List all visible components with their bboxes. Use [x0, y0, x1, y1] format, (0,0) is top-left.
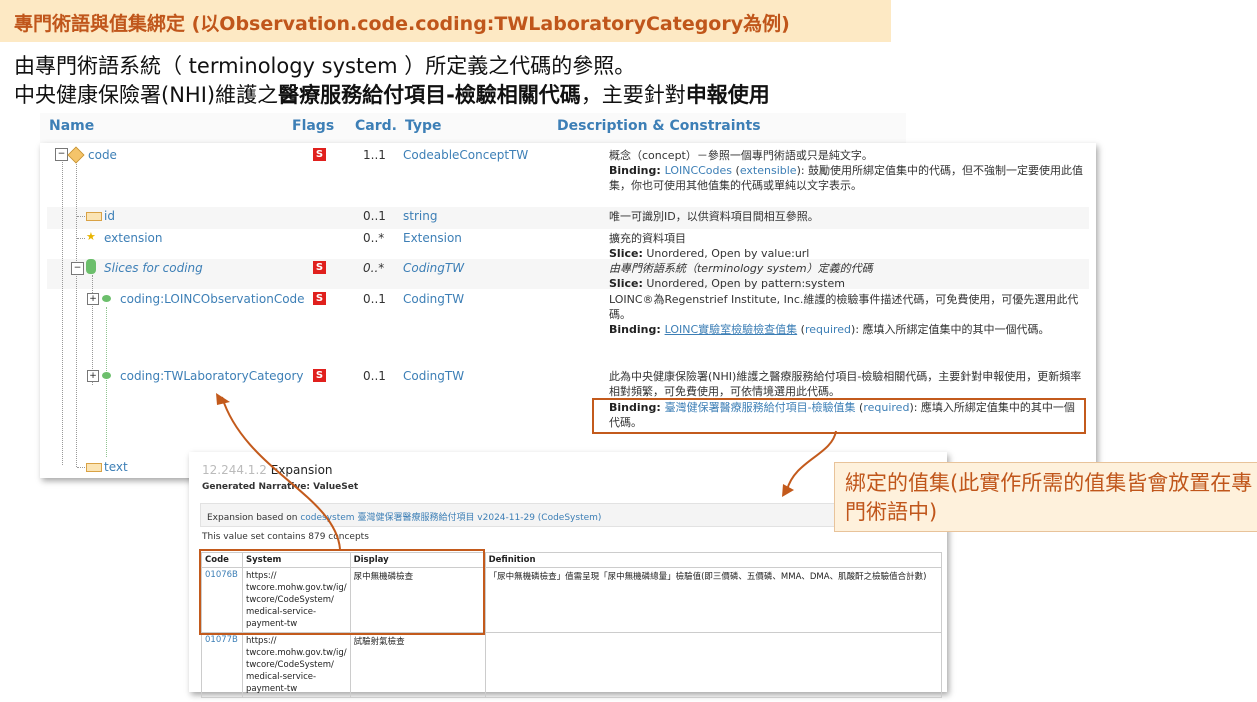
annotation-arrows [216, 393, 837, 550]
callout-text: 綁定的值集(此實作所需的值集皆會放置在專門術語中) [845, 471, 1253, 524]
callout-box: 綁定的值集(此實作所需的值集皆會放置在專門術語中) [834, 462, 1257, 532]
arrowhead [216, 393, 230, 405]
arrow-to-callout [786, 430, 837, 491]
arrow-to-slice [221, 396, 341, 550]
